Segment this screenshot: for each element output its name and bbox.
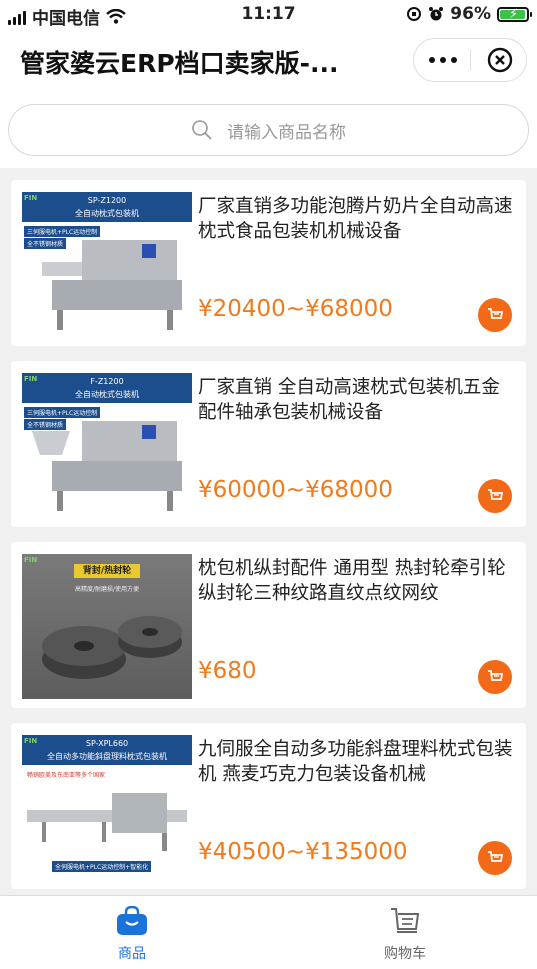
cart-icon [488,851,504,862]
product-title: 枕包机纵封配件 通用型 热封轮牵引轮纵封轮三种纹路直纹点纹网纹 [198,558,506,604]
battery-icon: ⚡ [497,6,532,22]
product-image: FIN 背封/热封轮 高精度/耐磨损/使用方便 [22,554,192,699]
add-to-cart-button[interactable] [478,841,512,875]
cart-outline-icon [391,908,420,933]
page-title: 管家婆云ERP档口卖家版-... [20,49,339,78]
product-card[interactable]: SP-Z1200 全自动枕式包装机 FIN 三伺服电机+PLC运动控制 全不锈钢… [11,180,526,346]
rotation-lock-icon [407,7,422,21]
product-title: 厂家直销多功能泡腾片奶片全自动高速枕式食品包装机机械设备 [198,196,513,242]
close-icon [487,47,512,73]
cart-icon [488,489,504,500]
product-image: SP-XPL660 全自动多功能斜盘理料枕式包装机 FIN 畅销欧美及东南亚等多… [22,735,192,880]
machine-image [27,793,187,851]
close-button[interactable] [471,39,528,81]
more-button[interactable] [414,39,471,81]
alarm-icon [429,7,444,21]
tab-label: 商品 [118,946,146,962]
wheel-image [42,616,182,679]
product-image: F-Z1200 全自动枕式包装机 FIN 三伺服电机+PLC运动控制 全不锈钢材… [22,373,192,518]
tab-products[interactable]: 商品 [72,905,192,963]
add-to-cart-button[interactable] [478,298,512,332]
product-price: ¥60000~¥68000 [198,477,393,503]
search-placeholder: 请输入商品名称 [227,122,346,143]
nav-bar: 管家婆云ERP档口卖家版-... [0,30,537,94]
machine-image [32,421,182,511]
tab-cart[interactable]: 购物车 [345,906,465,963]
tab-label: 购物车 [384,946,426,962]
product-card[interactable]: SP-XPL660 全自动多功能斜盘理料枕式包装机 FIN 畅销欧美及东南亚等多… [11,723,526,889]
status-right: 96% ⚡ [406,4,532,24]
tab-bar: 商品 购物车 [0,895,537,969]
product-title: 九伺服全自动多功能斜盘理料枕式包装机 燕麦巧克力包装设备机械 [198,739,513,785]
machine-image [42,240,182,330]
product-card[interactable]: FIN 背封/热封轮 高精度/耐磨损/使用方便 枕包机纵封配件 通用型 热封轮牵… [11,542,526,708]
shopping-bag-icon [117,905,147,935]
product-price: ¥20400~¥68000 [198,296,393,322]
status-bar: 中国电信 11:17 96% ⚡ [0,0,537,30]
product-title: 厂家直销 全自动高速枕式包装机五金配件轴承包装机械设备 [198,377,500,423]
product-card[interactable]: F-Z1200 全自动枕式包装机 FIN 三伺服电机+PLC运动控制 全不锈钢材… [11,361,526,527]
add-to-cart-button[interactable] [478,660,512,694]
search-bar: 请输入商品名称 [0,94,537,168]
cart-icon [488,670,504,681]
product-list: SP-Z1200 全自动枕式包装机 FIN 三伺服电机+PLC运动控制 全不锈钢… [0,168,537,895]
product-price: ¥680 [198,658,257,684]
search-icon [192,120,212,140]
add-to-cart-button[interactable] [478,479,512,513]
miniprogram-capsule [413,38,527,82]
battery-percent: 96% [450,4,491,24]
cart-icon [488,308,504,319]
search-input[interactable]: 请输入商品名称 [8,104,529,156]
product-price: ¥40500~¥135000 [198,839,408,865]
product-image: SP-Z1200 全自动枕式包装机 FIN 三伺服电机+PLC运动控制 全不锈钢… [22,192,192,337]
